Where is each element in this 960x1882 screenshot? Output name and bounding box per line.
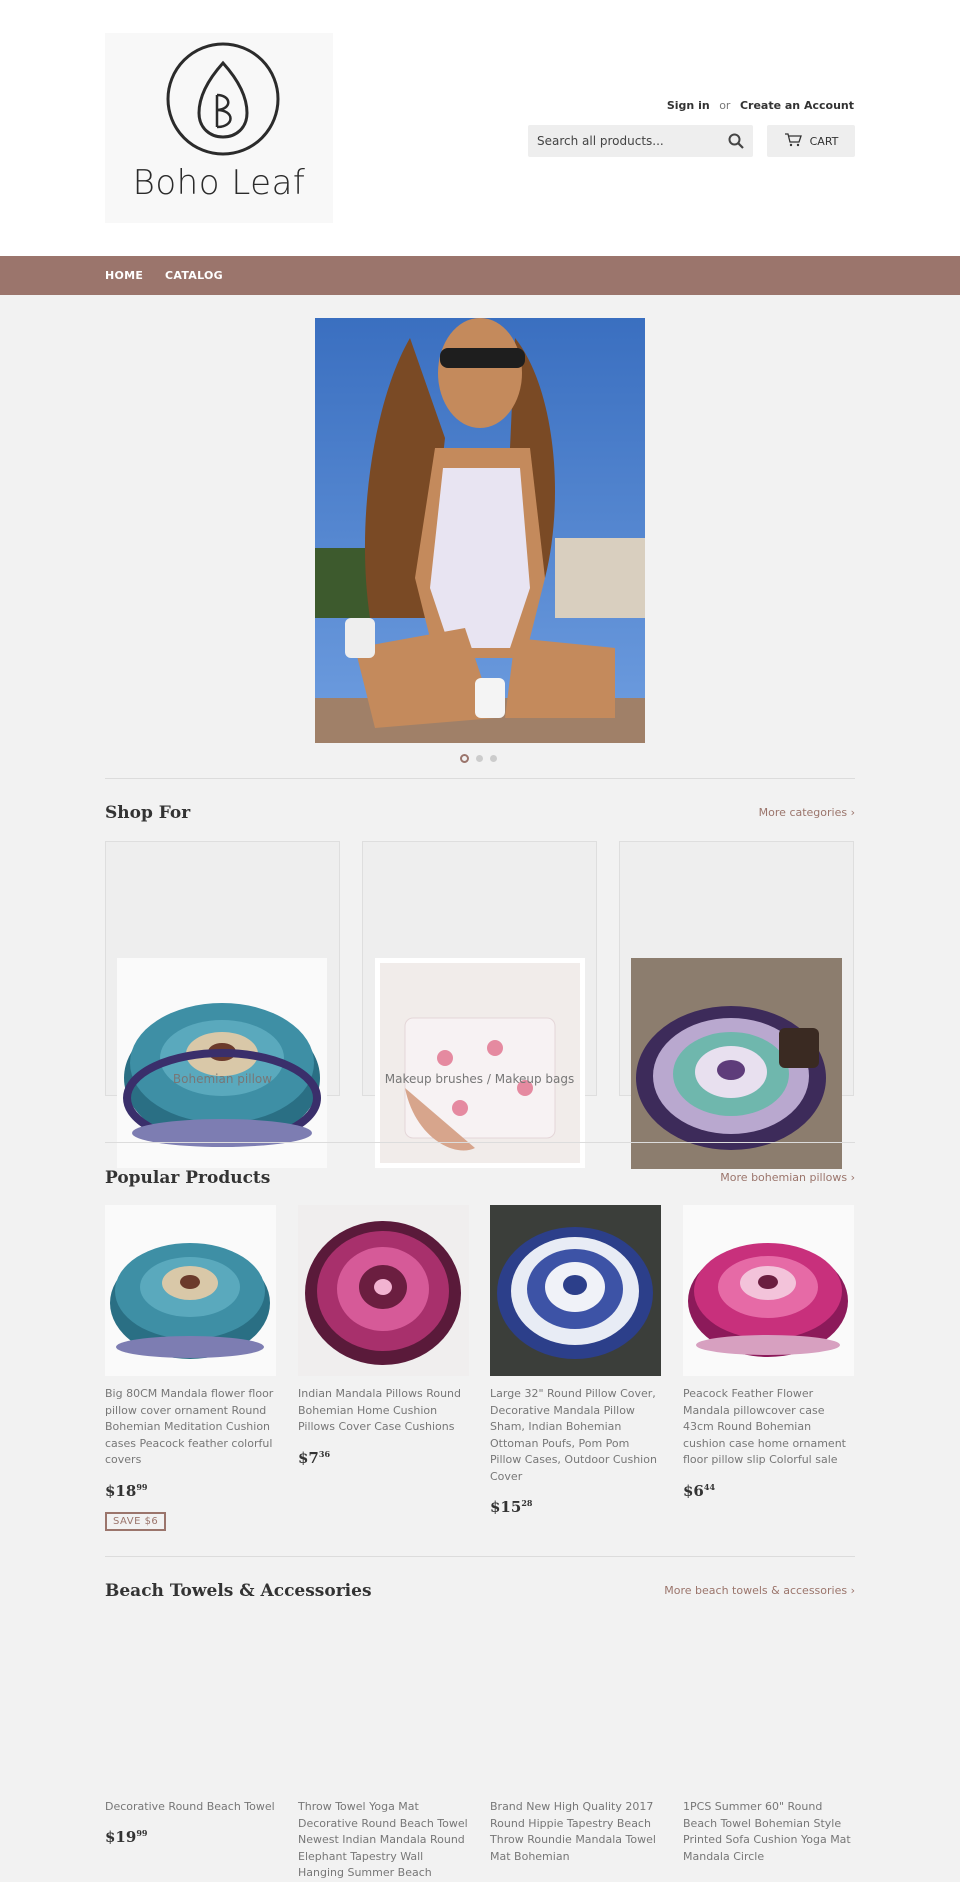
product-image[interactable]: [298, 1205, 469, 1376]
product-price: $1899: [105, 1481, 148, 1500]
cart-icon: [784, 132, 802, 150]
sign-in-link[interactable]: Sign in: [667, 99, 710, 112]
shop-for-title: Shop For: [105, 803, 191, 823]
save-badge: SAVE $6: [105, 1511, 167, 1531]
logo-wordmark: Boho Leaf: [132, 163, 306, 203]
nav-item-home[interactable]: HOME: [105, 269, 143, 282]
more-bohemian-pillows-link[interactable]: More bohemian pillows ›: [720, 1171, 855, 1184]
cart-label: CART: [809, 134, 839, 148]
account-or-text: or: [719, 99, 731, 112]
search-icon[interactable]: [728, 133, 744, 153]
product-title[interactable]: Indian Mandala Pillows Round Bohemian Ho…: [298, 1386, 469, 1436]
create-account-link[interactable]: Create an Account: [740, 99, 854, 112]
slide-dot-3[interactable]: [490, 755, 497, 762]
product-title[interactable]: Throw Towel Yoga Mat Decorative Round Be…: [298, 1799, 469, 1882]
product-card[interactable]: Decorative Round Beach Towel $1999: [105, 1799, 276, 1846]
product-image[interactable]: [683, 1205, 854, 1376]
more-categories-link[interactable]: More categories ›: [759, 806, 855, 819]
flamingo-bag-image[interactable]: [375, 958, 585, 1168]
cart-button[interactable]: CART: [767, 125, 855, 157]
product-card[interactable]: Indian Mandala Pillows Round Bohemian Ho…: [298, 1205, 469, 1467]
divider: [105, 1142, 855, 1143]
slide-dot-2[interactable]: [476, 755, 483, 762]
product-price: $736: [298, 1448, 331, 1467]
slide-dot-1[interactable]: [460, 754, 469, 763]
site-header: Boho Leaf Sign in or Create an Account C…: [0, 0, 960, 256]
product-title[interactable]: Peacock Feather Flower Mandala pillowcov…: [683, 1386, 854, 1469]
product-card[interactable]: Large 32" Round Pillow Cover, Decorative…: [490, 1205, 661, 1516]
product-title[interactable]: 1PCS Summer 60" Round Beach Towel Bohemi…: [683, 1799, 854, 1865]
product-title[interactable]: Decorative Round Beach Towel: [105, 1799, 276, 1816]
product-price: $1999: [105, 1827, 148, 1846]
slideshow-dots: [460, 754, 497, 763]
product-price: $644: [683, 1481, 716, 1500]
product-image[interactable]: [105, 1205, 276, 1376]
search-input[interactable]: [528, 125, 718, 157]
divider: [105, 1556, 855, 1557]
divider: [105, 778, 855, 779]
hero-slide-image[interactable]: [315, 318, 645, 743]
popular-products-title: Popular Products: [105, 1168, 271, 1188]
mandala-towel-image[interactable]: [631, 958, 842, 1169]
search-box: [528, 125, 753, 157]
category-label-makeup: Makeup brushes / Makeup bags: [384, 1072, 575, 1086]
product-card[interactable]: Peacock Feather Flower Mandala pillowcov…: [683, 1205, 854, 1500]
product-card[interactable]: 1PCS Summer 60" Round Beach Towel Bohemi…: [683, 1799, 854, 1865]
main-nav: HOME CATALOG: [0, 256, 960, 295]
product-title[interactable]: Big 80CM Mandala flower floor pillow cov…: [105, 1386, 276, 1469]
nav-item-catalog[interactable]: CATALOG: [165, 269, 223, 282]
product-title[interactable]: Large 32" Round Pillow Cover, Decorative…: [490, 1386, 661, 1485]
product-price: $1528: [490, 1498, 533, 1516]
product-title[interactable]: Brand New High Quality 2017 Round Hippie…: [490, 1799, 661, 1865]
site-logo[interactable]: Boho Leaf: [105, 33, 333, 223]
product-card[interactable]: Brand New High Quality 2017 Round Hippie…: [490, 1799, 661, 1865]
beach-towels-title: Beach Towels & Accessories: [105, 1581, 372, 1601]
account-links: Sign in or Create an Account: [667, 99, 854, 112]
mandala-pillow-image[interactable]: [117, 958, 327, 1168]
product-card[interactable]: Big 80CM Mandala flower floor pillow cov…: [105, 1205, 276, 1531]
product-card[interactable]: Throw Towel Yoga Mat Decorative Round Be…: [298, 1799, 469, 1882]
more-beach-towels-link[interactable]: More beach towels & accessories ›: [664, 1584, 855, 1597]
product-image[interactable]: [490, 1205, 661, 1376]
category-label-bohemian-pillow: Bohemian pillow: [172, 1072, 273, 1086]
